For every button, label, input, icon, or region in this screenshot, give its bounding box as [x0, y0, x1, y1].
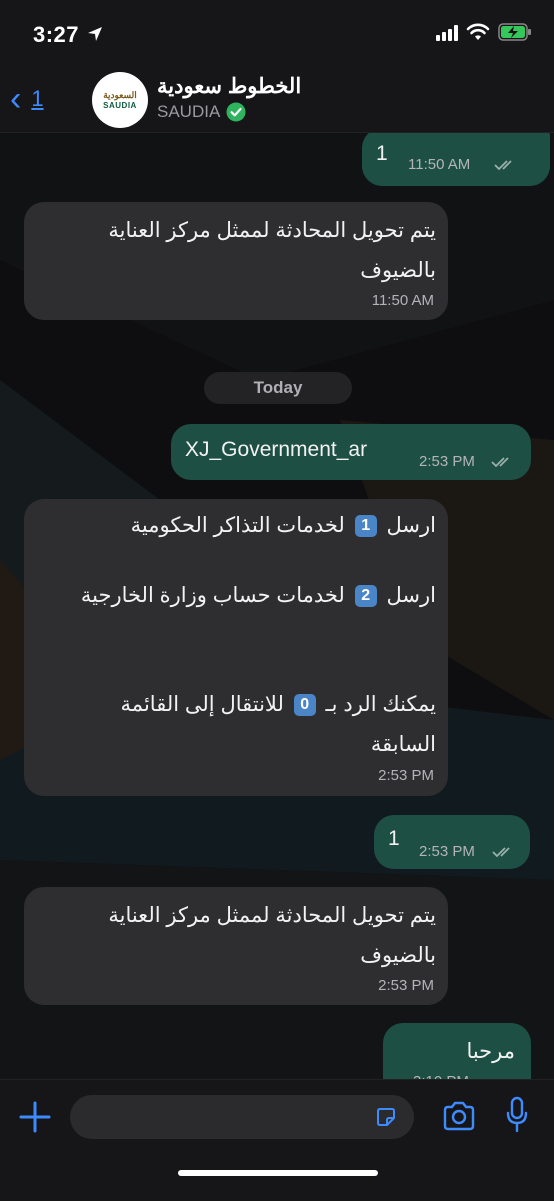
double-check-icon [492, 847, 510, 858]
unread-count: 1 [31, 86, 44, 111]
wifi-icon [466, 23, 490, 40]
message-bubble-outgoing[interactable]: 1 11:50 AM [362, 128, 550, 186]
message-text: 1 [388, 827, 400, 850]
menu-line: ارسل 2 لخدمات حساب وزارة الخارجية [81, 583, 436, 608]
home-indicator[interactable] [178, 1170, 378, 1176]
menu-line: يمكنك الرد بـ 0 للانتقال إلى القائمة [121, 692, 436, 717]
contact-name[interactable]: الخطوط سعودية [157, 74, 301, 99]
day-separator: Today [204, 372, 352, 404]
sticker-icon[interactable] [374, 1105, 398, 1129]
battery-charging-icon [498, 23, 531, 41]
message-time: 11:50 AM [371, 292, 434, 309]
back-button[interactable]: ‹ 1 [10, 82, 44, 116]
avatar[interactable]: السعودية SAUDIA [92, 72, 148, 128]
keycap-0-icon: 0 [293, 694, 316, 717]
message-text: 1 [376, 142, 388, 165]
cellular-signal-icon [436, 25, 458, 41]
message-time: 11:50 AM [408, 156, 471, 173]
status-time: 3:27 [33, 22, 80, 47]
message-composer [0, 1079, 554, 1201]
message-text: السابقة [370, 733, 436, 756]
keycap-1-icon: 1 [354, 515, 377, 538]
message-text: ارسل [386, 514, 436, 537]
message-time: 2:53 PM [378, 977, 434, 994]
message-text: لخدمات حساب وزارة الخارجية [80, 584, 345, 607]
contact-subtitle-row: SAUDIA [157, 102, 246, 122]
message-text: XJ_Government_ar [185, 438, 368, 461]
microphone-icon[interactable] [505, 1096, 529, 1134]
message-text: بالضيوف [360, 259, 436, 282]
message-time: 2:53 PM [378, 767, 434, 784]
message-text: بالضيوف [360, 944, 436, 967]
plus-icon[interactable] [18, 1100, 52, 1134]
message-bubble-incoming[interactable]: يتم تحويل المحادثة لممثل مركز العناية با… [24, 887, 448, 1005]
avatar-logo-english: SAUDIA [103, 101, 137, 110]
double-check-icon [494, 160, 512, 171]
contact-subtitle: SAUDIA [157, 102, 221, 121]
message-bubble-outgoing[interactable]: 1 2:53 PM [374, 815, 530, 869]
message-text: لخدمات التذاكر الحكومية [130, 514, 345, 537]
double-check-icon [491, 457, 509, 468]
message-text: يتم تحويل المحادثة لممثل مركز العناية [108, 219, 436, 242]
message-bubble-incoming[interactable]: ارسل 1 لخدمات التذاكر الحكومية ارسل 2 لخ… [24, 499, 448, 796]
verified-badge-icon [226, 102, 246, 122]
location-arrow-icon [88, 27, 102, 41]
message-text: للانتقال إلى القائمة [120, 693, 284, 716]
message-input[interactable] [70, 1095, 414, 1139]
camera-icon[interactable] [442, 1101, 476, 1131]
message-bubble-outgoing[interactable]: XJ_Government_ar 2:53 PM [171, 424, 531, 480]
keycap-2-icon: 2 [354, 585, 377, 608]
chat-header: ‹ 1 السعودية SAUDIA الخطوط سعودية SAUDIA [0, 66, 554, 133]
message-text: ارسل [386, 584, 436, 607]
menu-line: ارسل 1 لخدمات التذاكر الحكومية [131, 513, 436, 538]
message-bubble-incoming[interactable]: يتم تحويل المحادثة لممثل مركز العناية با… [24, 202, 448, 320]
chevron-left-icon: ‹ [10, 80, 22, 118]
message-text: يمكنك الرد بـ [325, 693, 436, 716]
status-bar: 3:27 [0, 0, 554, 66]
message-text: مرحبا [466, 1040, 515, 1063]
message-text: يتم تحويل المحادثة لممثل مركز العناية [108, 904, 436, 927]
avatar-logo-arabic: السعودية [103, 90, 137, 100]
message-time: 2:53 PM [419, 453, 475, 470]
message-time: 2:53 PM [419, 843, 475, 860]
